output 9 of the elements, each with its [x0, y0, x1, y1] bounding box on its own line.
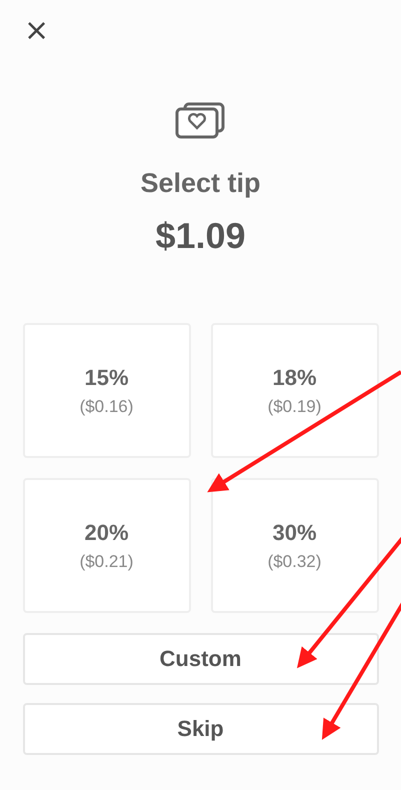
total-amount: $1.09 [155, 215, 246, 257]
tip-action-button[interactable]: Skip [22, 703, 378, 755]
tip-option[interactable]: 15% ($0.16) [22, 323, 190, 458]
close-button[interactable]: × [20, 14, 54, 48]
tip-action-button[interactable]: Custom [22, 633, 378, 685]
dialog-title: Select tip [140, 168, 261, 199]
tip-option[interactable]: 18% ($0.19) [210, 323, 378, 458]
tip-option[interactable]: 20% ($0.21) [22, 478, 190, 613]
tip-option[interactable]: 30% ($0.32) [210, 478, 378, 613]
